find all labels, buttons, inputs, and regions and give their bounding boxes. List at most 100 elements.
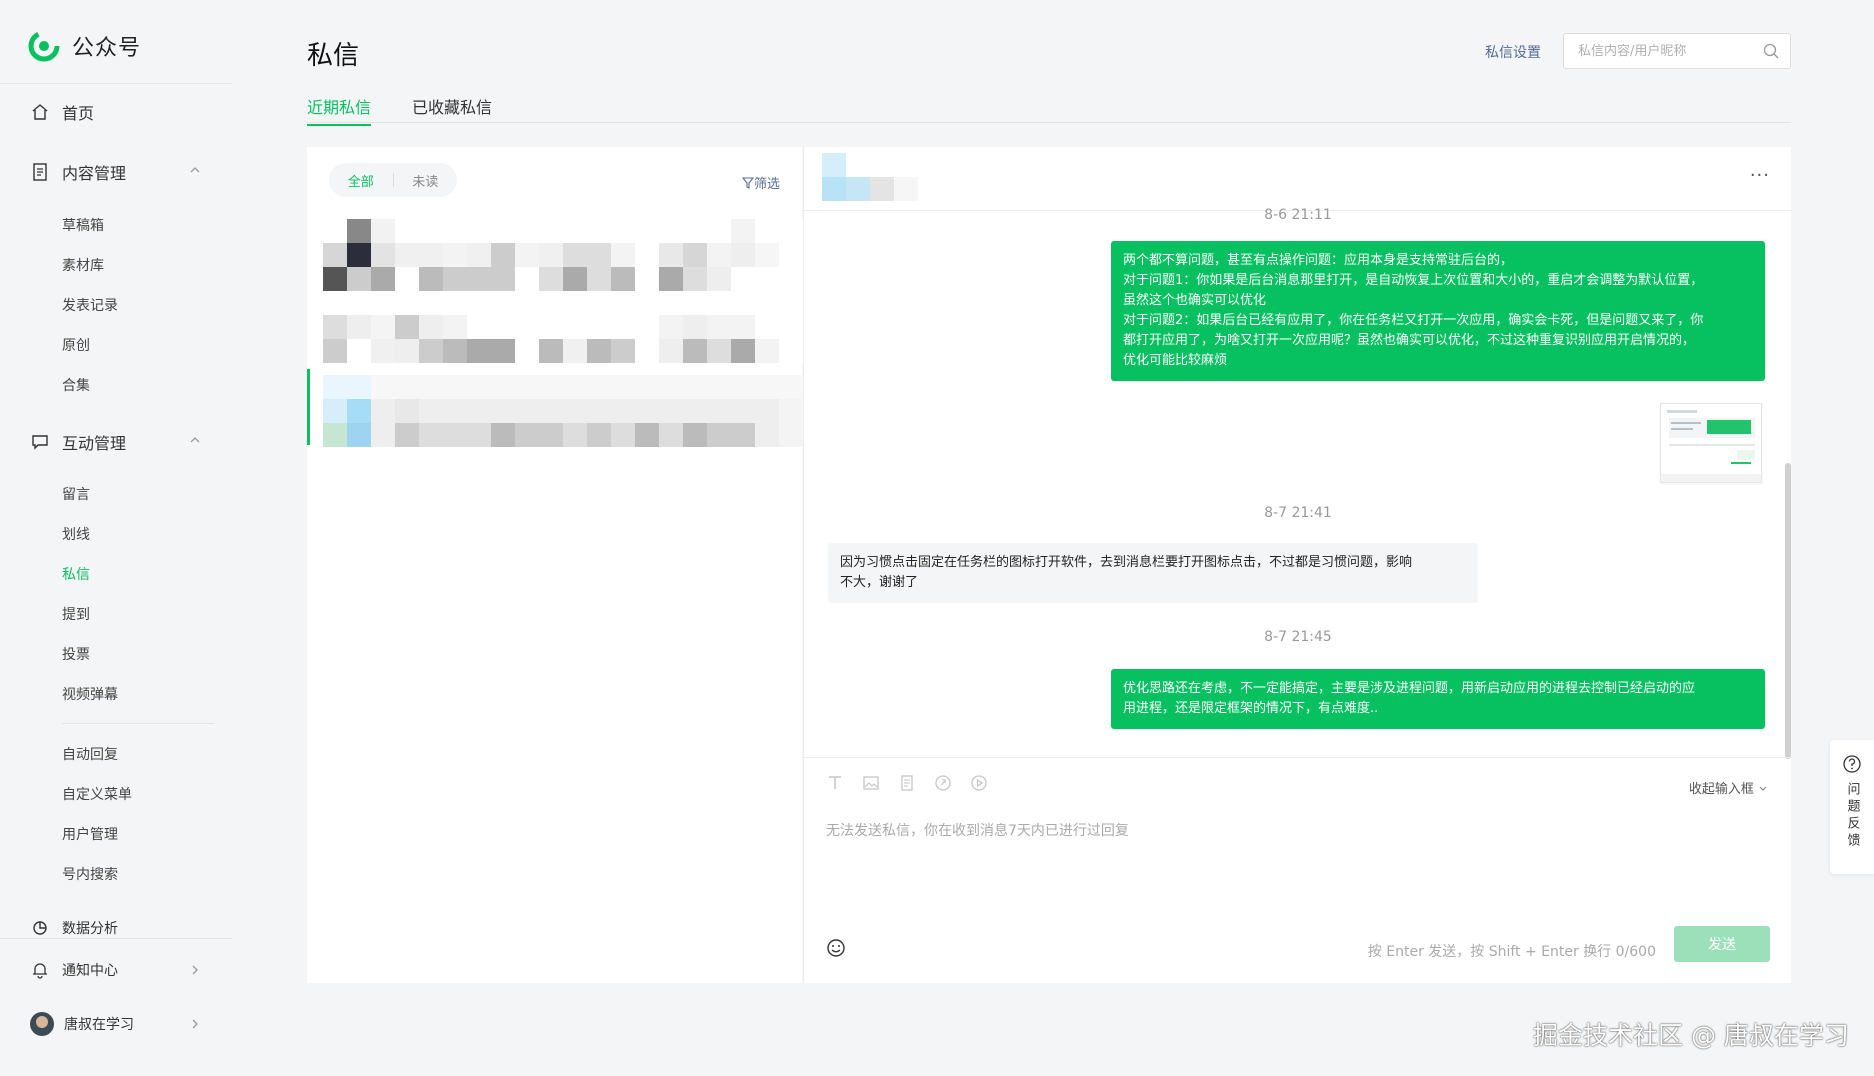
- text-icon[interactable]: [826, 774, 844, 792]
- sidebar-group-data-analysis[interactable]: 数据分析: [30, 920, 118, 936]
- filter-label: 筛选: [753, 177, 780, 192]
- app-name: 公众号: [72, 36, 142, 61]
- sidebar-item-auto-reply[interactable]: 自动回复: [62, 744, 118, 764]
- sidebar-item-original[interactable]: 原创: [62, 335, 90, 355]
- sidebar-group-label: 数据分析: [62, 921, 118, 936]
- message-line: 优化可能比较麻烦: [1123, 353, 1228, 368]
- message-line: 对于问题2：如果后台已经有应用了，你在任务栏又打开一次应用，确实会卡死，但是问题…: [1123, 313, 1704, 328]
- chevron-up-icon: [190, 437, 200, 443]
- logo-divider: [0, 83, 232, 84]
- message-line: 优化思路还在考虑，不一定能搞定，主要是涉及进程问题，用新启动应用的进程去控制已经…: [1123, 681, 1696, 696]
- search-icon[interactable]: [1762, 42, 1780, 60]
- filter-unread[interactable]: 未读: [394, 171, 458, 190]
- chart-icon: [30, 920, 50, 936]
- sidebar-item-messages[interactable]: 私信: [62, 564, 90, 584]
- link-icon[interactable]: [934, 774, 952, 792]
- question-icon: [1843, 755, 1861, 773]
- send-shortcut-hint: 按 Enter 发送，按 Shift + Enter 换行 0/600: [1367, 944, 1656, 960]
- message-bubble-outgoing: 两个都不算问题，甚至有点操作问题：应用本身是支持常驻后台的， 对于问题1：你如果…: [1111, 241, 1765, 381]
- message-timestamp: 8-7 21:45: [1264, 629, 1332, 645]
- list-item[interactable]: [323, 219, 803, 291]
- sidebar-item-custom-menu[interactable]: 自定义菜单: [62, 784, 132, 804]
- sidebar-account[interactable]: 唐叔在学习: [30, 1012, 198, 1036]
- list-filter-toggle: 全部 未读: [329, 163, 457, 197]
- search-input[interactable]: [1564, 34, 1754, 68]
- sidebar-item-comments[interactable]: 留言: [62, 484, 90, 504]
- chevron-right-icon: [192, 965, 198, 975]
- image-icon[interactable]: [862, 774, 880, 792]
- sidebar-item-votes[interactable]: 投票: [62, 644, 90, 664]
- composer-disabled-hint: 无法发送私信，你在收到消息7天内已进行过回复: [826, 823, 1129, 839]
- chevron-up-icon: [190, 167, 200, 173]
- sidebar-item-highlights[interactable]: 划线: [62, 524, 90, 544]
- sidebar-divider: [0, 938, 232, 939]
- message-line: 都打开应用了，为啥又打开一次应用呢？虽然也确实可以优化，不过这种重复识别应用开启…: [1123, 333, 1696, 348]
- sidebar-group-interaction[interactable]: 互动管理: [30, 430, 200, 454]
- list-item[interactable]: [323, 291, 803, 363]
- file-icon[interactable]: [898, 774, 916, 792]
- message-bubble-outgoing: 优化思路还在考虑，不一定能搞定，主要是涉及进程问题，用新启动应用的进程去控制已经…: [1111, 669, 1765, 729]
- sidebar-group-label: 内容管理: [62, 164, 127, 183]
- video-icon[interactable]: [970, 774, 988, 792]
- screenshot-thumbnail: [1661, 404, 1761, 482]
- app-logo[interactable]: 公众号: [28, 30, 141, 62]
- chevron-down-icon: [1759, 786, 1767, 791]
- home-icon: [30, 102, 50, 122]
- collapse-label: 收起输入框: [1688, 782, 1754, 797]
- feedback-widget[interactable]: 问题反馈: [1830, 740, 1874, 874]
- sidebar-item-drafts[interactable]: 草稿箱: [62, 215, 104, 235]
- tab-recent-messages[interactable]: 近期私信: [307, 94, 372, 126]
- sidebar-item-home[interactable]: 首页: [30, 100, 94, 124]
- message-line: 虽然这个也确实可以优化: [1123, 293, 1267, 308]
- account-name: 唐叔在学习: [64, 1017, 134, 1033]
- sidebar: 公众号 首页 内容管理 草稿箱 素材库 发表记录 原创 合集 互动管理 留言 划…: [0, 0, 232, 1076]
- message-scrollbar[interactable]: [1785, 463, 1791, 759]
- message-line: 不大，谢谢了: [840, 575, 919, 590]
- chat-icon: [30, 432, 50, 452]
- sidebar-item-materials[interactable]: 素材库: [62, 255, 104, 275]
- document-icon: [30, 162, 50, 182]
- avatar: [30, 1012, 54, 1036]
- message-composer: 收起输入框 无法发送私信，你在收到消息7天内已进行过回复 按 Enter 发送，…: [804, 757, 1792, 983]
- sidebar-item-mentions[interactable]: 提到: [62, 604, 90, 624]
- sidebar-item-user-management[interactable]: 用户管理: [62, 824, 118, 844]
- tab-saved-messages[interactable]: 已收藏私信: [412, 94, 492, 124]
- message-line: 对于问题1：你如果是后台消息那里打开，是自动恢复上次位置和大小的，重启才会调整为…: [1123, 273, 1704, 288]
- sidebar-item-collections[interactable]: 合集: [62, 375, 90, 395]
- sidebar-item-video-danmaku[interactable]: 视频弹幕: [62, 684, 118, 704]
- sidebar-divider: [62, 723, 214, 724]
- tab-bar: 近期私信 已收藏私信: [307, 94, 1791, 126]
- send-button[interactable]: 发送: [1674, 926, 1770, 962]
- image-message[interactable]: [1660, 403, 1762, 483]
- emoji-icon[interactable]: [826, 938, 846, 958]
- message-timestamp: 8-7 21:41: [1264, 505, 1332, 521]
- filter-icon: [741, 176, 754, 189]
- filter-button[interactable]: 筛选: [741, 173, 780, 192]
- active-conversation-indicator: [307, 369, 310, 445]
- chat-panel: ··· 8-6 21:11 两个都不算问题，甚至有点操作问题：应用本身是支持常驻…: [803, 147, 1792, 983]
- composer-toolbar: [826, 774, 1006, 792]
- logo-icon: [28, 30, 60, 62]
- message-settings-link[interactable]: 私信设置: [1485, 42, 1541, 62]
- collapse-input-button[interactable]: 收起输入框: [1689, 778, 1768, 797]
- message-line: 两个都不算问题，甚至有点操作问题：应用本身是支持常驻后台的，: [1123, 253, 1514, 268]
- message-line: 因为习惯点击固定在任务栏的图标打开软件，去到消息栏要打开图标点击，不过都是习惯问…: [840, 555, 1413, 570]
- sidebar-item-label: 首页: [62, 104, 95, 123]
- feedback-label: 问题反馈: [1844, 782, 1860, 850]
- sidebar-group-label: 互动管理: [62, 434, 127, 453]
- sidebar-item-publish-records[interactable]: 发表记录: [62, 295, 118, 315]
- sidebar-item-label: 通知中心: [62, 963, 118, 979]
- sidebar-item-notifications[interactable]: 通知中心: [30, 960, 198, 980]
- sidebar-group-content[interactable]: 内容管理: [30, 160, 200, 184]
- more-options-button[interactable]: ···: [1750, 165, 1770, 186]
- list-item-active[interactable]: [323, 375, 803, 447]
- chat-header: ···: [804, 147, 1792, 211]
- chevron-right-icon: [192, 1019, 198, 1029]
- watermark: 掘金技术社区 @ 唐叔在学习: [1533, 1021, 1849, 1050]
- bell-icon: [30, 960, 50, 980]
- filter-all[interactable]: 全部: [329, 171, 393, 190]
- sidebar-item-internal-search[interactable]: 号内搜索: [62, 864, 118, 884]
- message-timestamp: 8-6 21:11: [1264, 207, 1332, 221]
- page-title: 私信: [307, 41, 360, 71]
- search-box: [1563, 33, 1791, 69]
